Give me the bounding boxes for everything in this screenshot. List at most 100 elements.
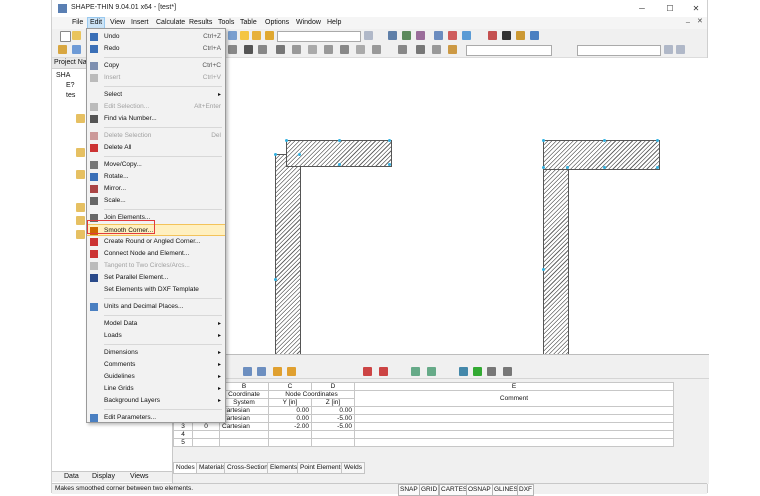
function-icon[interactable] xyxy=(503,367,512,376)
cell[interactable]: 0.00 xyxy=(311,406,355,415)
tab-welds[interactable]: Welds xyxy=(341,462,365,474)
table-row[interactable]: Cartesian 0.00 0.00 xyxy=(173,406,674,415)
menu-item-set-elements-with-dxf-template[interactable]: Set Elements with DXF Template xyxy=(87,284,225,296)
menu-item-mirror[interactable]: Mirror... xyxy=(87,183,225,195)
status-glines[interactable]: GLINES xyxy=(492,484,520,496)
menu-file[interactable]: File xyxy=(70,18,85,28)
line-icon[interactable] xyxy=(276,45,285,54)
node-marker[interactable] xyxy=(603,166,606,169)
menu-item-guidelines[interactable]: Guidelines ▸ xyxy=(87,371,225,383)
print-icon[interactable] xyxy=(265,31,274,40)
node-marker[interactable] xyxy=(338,163,341,166)
cell[interactable] xyxy=(192,430,220,439)
cell[interactable]: Cartesian xyxy=(219,406,269,415)
table-tool-icon[interactable] xyxy=(243,367,252,376)
node-marker[interactable] xyxy=(603,139,606,142)
menu-item-set-parallel-element[interactable]: Set Parallel Element... xyxy=(87,272,225,284)
dim-icon[interactable] xyxy=(308,45,317,54)
toolbar-combo-3[interactable] xyxy=(577,45,661,56)
section-right-web[interactable] xyxy=(543,168,569,354)
render-icon[interactable] xyxy=(416,31,425,40)
node-marker[interactable] xyxy=(542,166,545,169)
table-tool-icon[interactable] xyxy=(287,367,296,376)
color-icon[interactable] xyxy=(448,45,457,54)
cell[interactable] xyxy=(219,438,269,447)
menu-item-model-data[interactable]: Model Data ▸ xyxy=(87,318,225,330)
element-icon[interactable] xyxy=(244,45,253,54)
tab-point-elements[interactable]: Point Elements xyxy=(297,462,347,474)
folder-icon[interactable] xyxy=(76,230,85,239)
arc-icon[interactable] xyxy=(258,45,267,54)
cell[interactable] xyxy=(354,438,674,447)
nav-left-icon[interactable] xyxy=(364,31,373,40)
node-marker[interactable] xyxy=(285,139,288,142)
cell[interactable] xyxy=(192,438,220,447)
close-button[interactable]: ✕ xyxy=(684,2,708,15)
table-tool-icon[interactable] xyxy=(411,367,420,376)
table-row[interactable]: 5 xyxy=(173,438,674,447)
menu-results[interactable]: Results xyxy=(187,18,214,28)
menu-item-comments[interactable]: Comments ▸ xyxy=(87,359,225,371)
menu-item-select[interactable]: Select ▸ xyxy=(87,89,225,101)
node-marker[interactable] xyxy=(656,166,659,169)
result-icon[interactable] xyxy=(402,31,411,40)
tab-display[interactable]: Display xyxy=(92,472,115,482)
window-icon[interactable] xyxy=(240,31,249,40)
node-marker[interactable] xyxy=(298,153,301,156)
excel-icon[interactable] xyxy=(473,367,482,376)
menu-calculate[interactable]: Calculate xyxy=(154,18,187,28)
toolbar-combo-2[interactable] xyxy=(466,45,552,56)
menu-window[interactable]: Window xyxy=(294,18,323,28)
guide-icon[interactable] xyxy=(416,45,425,54)
menu-view[interactable]: View xyxy=(108,18,127,28)
menu-options[interactable]: Options xyxy=(263,18,291,28)
menu-item-units-and-decimal-places[interactable]: Units and Decimal Places... xyxy=(87,301,225,313)
cell[interactable] xyxy=(354,430,674,439)
cell[interactable] xyxy=(268,430,312,439)
folder-icon[interactable] xyxy=(76,203,85,212)
cell[interactable] xyxy=(311,438,355,447)
node-marker[interactable] xyxy=(566,166,569,169)
menu-tools[interactable]: Tools xyxy=(216,18,236,28)
table-tool-icon[interactable] xyxy=(363,367,372,376)
node-marker[interactable] xyxy=(542,268,545,271)
status-osnap[interactable]: OSNAP xyxy=(466,484,493,496)
menu-item-line-grids[interactable]: Line Grids ▸ xyxy=(87,383,225,395)
drawing-canvas[interactable] xyxy=(173,58,709,354)
status-snap[interactable]: SNAP xyxy=(398,484,420,496)
menu-item-scale[interactable]: Scale... xyxy=(87,195,225,207)
menu-item-undo[interactable]: Undo Ctrl+Z xyxy=(87,31,225,43)
status-cartes[interactable]: CARTES xyxy=(439,484,470,496)
cell[interactable]: -5.00 xyxy=(311,414,355,423)
check-icon[interactable] xyxy=(502,31,511,40)
info-icon[interactable] xyxy=(530,31,539,40)
table-tool-icon[interactable] xyxy=(379,367,388,376)
cell[interactable]: 0.00 xyxy=(268,406,312,415)
folder-icon[interactable] xyxy=(76,216,85,225)
table-icon[interactable] xyxy=(434,31,443,40)
menu-item-edit-parameters[interactable]: Edit Parameters... xyxy=(87,412,225,424)
tab-data[interactable]: Data xyxy=(64,472,79,482)
select-icon[interactable] xyxy=(58,45,67,54)
dim3-icon[interactable] xyxy=(340,45,349,54)
calc-icon[interactable] xyxy=(448,31,457,40)
mdi-minimize-button[interactable]: _ xyxy=(686,16,690,23)
menu-table[interactable]: Table xyxy=(238,18,259,28)
cell[interactable]: 5 xyxy=(173,438,193,447)
table-tool-icon[interactable] xyxy=(427,367,436,376)
node-marker[interactable] xyxy=(338,139,341,142)
cell[interactable] xyxy=(311,430,355,439)
plot-icon[interactable] xyxy=(516,31,525,40)
toolbar-combo-1[interactable] xyxy=(277,31,361,42)
node-marker[interactable] xyxy=(274,278,277,281)
zoom-icon[interactable] xyxy=(388,31,397,40)
cell[interactable] xyxy=(354,414,674,423)
display-icon[interactable] xyxy=(462,31,471,40)
tree-item-root[interactable]: SHA xyxy=(56,72,70,79)
status-grid[interactable]: GRID xyxy=(419,484,440,496)
tab-elements[interactable]: Elements xyxy=(267,462,301,474)
prev-icon[interactable] xyxy=(664,45,673,54)
mdi-close-button[interactable]: ✕ xyxy=(697,17,703,25)
status-dxf[interactable]: DXF xyxy=(517,484,534,496)
cell[interactable]: 0.00 xyxy=(268,414,312,423)
